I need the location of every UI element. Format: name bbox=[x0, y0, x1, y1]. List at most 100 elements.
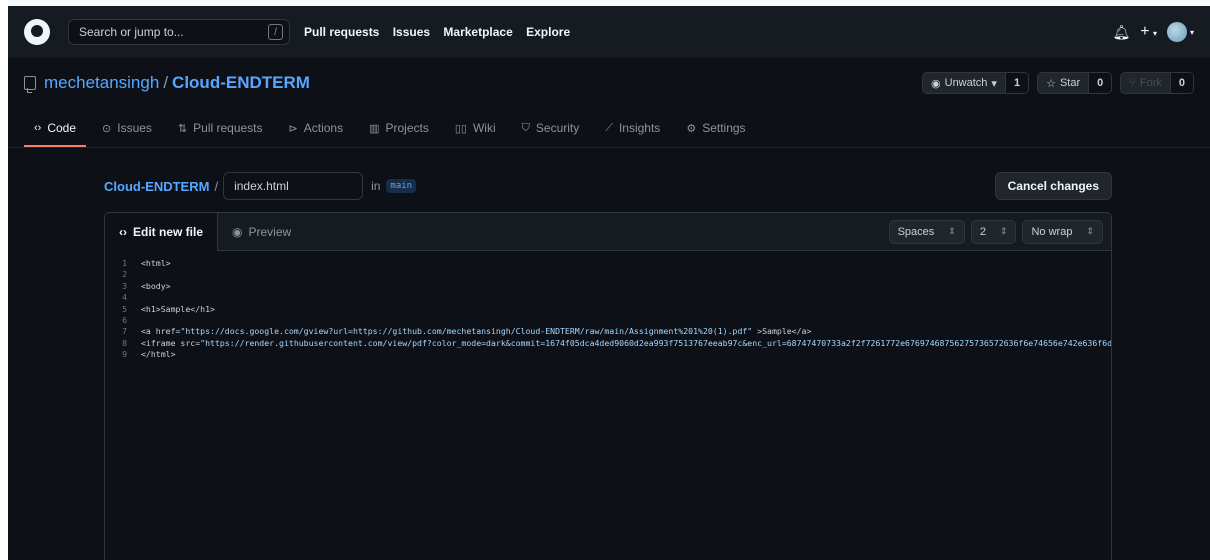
breadcrumb-repo-link[interactable]: Cloud-ENDTERM bbox=[104, 179, 209, 194]
search-input[interactable]: Search or jump to... / bbox=[68, 19, 290, 45]
bell-icon[interactable]: 🔔︎ bbox=[1113, 24, 1131, 41]
nav-issues[interactable]: Issues bbox=[393, 25, 430, 39]
tab-security[interactable]: ⛉ Security bbox=[512, 121, 590, 147]
code-string: "https://docs.google.com/gview?url=https… bbox=[180, 326, 753, 337]
star-button[interactable]: ☆ Star bbox=[1038, 73, 1090, 93]
tab-projects[interactable]: ▥ Projects bbox=[359, 121, 439, 147]
branch-badge: main bbox=[386, 179, 417, 193]
search-placeholder: Search or jump to... bbox=[79, 25, 184, 39]
global-header: Search or jump to... / Pull requests Iss… bbox=[8, 6, 1210, 58]
tab-actions[interactable]: ⊳ Actions bbox=[279, 121, 354, 147]
chevron-down-icon: ▾ bbox=[1189, 27, 1194, 37]
line-number: 6 bbox=[122, 315, 127, 326]
line-content[interactable]: <iframe src="https://render.githubuserco… bbox=[141, 337, 1111, 349]
indent-size-select[interactable]: 2 ⇕ bbox=[970, 219, 1017, 244]
fork-label: Fork bbox=[1139, 77, 1162, 89]
line-number: 1 bbox=[122, 258, 127, 268]
select-arrows-icon: ⇕ bbox=[948, 226, 956, 236]
filename-input[interactable]: index.html bbox=[223, 172, 364, 200]
nav-marketplace[interactable]: Marketplace bbox=[443, 25, 512, 39]
watch-button-group: ◉ Unwatch ▾ 1 bbox=[922, 72, 1030, 94]
indent-size-value: 2 bbox=[979, 225, 986, 238]
in-label: in bbox=[371, 179, 381, 193]
select-arrows-icon: ⇕ bbox=[1086, 226, 1094, 236]
code-line: 7 <a href="https://docs.google.com/gview?… bbox=[105, 326, 1111, 337]
preview-tab-label: Preview bbox=[248, 224, 292, 239]
user-menu[interactable]: ▾ bbox=[1166, 22, 1194, 42]
line-number: 4 bbox=[122, 292, 127, 303]
unwatch-label: Unwatch bbox=[944, 77, 988, 89]
file-editor: ‹› Edit new file ◉ Preview Spaces ⇕ 2 ⇕ No w… bbox=[104, 212, 1112, 560]
repo-separator: / bbox=[163, 73, 169, 92]
tab-wiki[interactable]: ▯▯ Wiki bbox=[445, 121, 506, 147]
line-content[interactable]: <h1>Sample</h1> bbox=[141, 304, 215, 315]
tab-insights[interactable]: ⟋ Insights bbox=[595, 121, 670, 147]
repo-name-link[interactable]: Cloud-ENDTERM bbox=[172, 73, 310, 93]
line-number: 8 bbox=[122, 337, 127, 348]
avatar bbox=[1166, 22, 1187, 42]
eye-icon: ◉ bbox=[931, 77, 941, 90]
star-count[interactable]: 0 bbox=[1089, 73, 1112, 93]
tab-label: Actions bbox=[303, 121, 344, 135]
nav-pull-requests[interactable]: Pull requests bbox=[304, 25, 379, 39]
gear-icon: ⚙ bbox=[686, 122, 697, 135]
edit-tab-label: Edit new file bbox=[133, 225, 204, 239]
eye-icon: ◉ bbox=[232, 224, 243, 239]
watch-count[interactable]: 1 bbox=[1005, 73, 1029, 93]
header-actions: 🔔︎ + ▾ ▾ bbox=[1113, 22, 1194, 42]
code-line: 1 <html> bbox=[105, 258, 1111, 269]
code-line: 3 <body> bbox=[105, 281, 1111, 292]
repo-icon bbox=[24, 76, 36, 93]
tab-label: Issues bbox=[117, 121, 152, 135]
tab-edit-new-file[interactable]: ‹› Edit new file bbox=[105, 213, 219, 251]
fork-count[interactable]: 0 bbox=[1170, 73, 1193, 93]
cancel-changes-button[interactable]: Cancel changes bbox=[994, 172, 1112, 200]
code-line: 2 bbox=[105, 269, 1111, 280]
play-icon: ⊳ bbox=[288, 122, 298, 135]
github-logo-icon[interactable] bbox=[24, 19, 50, 45]
tab-settings[interactable]: ⚙ Settings bbox=[676, 121, 755, 147]
star-label: Star bbox=[1059, 77, 1081, 89]
nav-explore[interactable]: Explore bbox=[526, 25, 570, 39]
tab-preview[interactable]: ◉ Preview bbox=[218, 213, 305, 250]
breadcrumb-separator: / bbox=[214, 178, 219, 194]
code-icon: ‹› bbox=[34, 122, 42, 134]
line-number: 9 bbox=[122, 349, 127, 360]
tab-label: Security bbox=[535, 121, 580, 135]
repo-owner-link[interactable]: mechetansingh bbox=[44, 73, 159, 93]
fork-button-group: ⑂ Fork 0 bbox=[1120, 72, 1194, 94]
pull-request-icon: ⇅ bbox=[177, 122, 188, 135]
tab-label: Projects bbox=[385, 121, 429, 135]
line-content[interactable]: <a href="https://docs.google.com/gview?u… bbox=[141, 326, 811, 337]
unwatch-button[interactable]: ◉ Unwatch ▾ bbox=[923, 73, 1006, 93]
code-token: <iframe src= bbox=[141, 337, 201, 348]
plus-icon: + bbox=[1140, 23, 1150, 40]
global-nav: Pull requests Issues Marketplace Explore bbox=[304, 25, 580, 39]
file-path-row: Cloud-ENDTERM / index.html in main Cance… bbox=[104, 172, 1112, 200]
fork-icon: ⑂ bbox=[1129, 77, 1136, 89]
issue-icon: ⊙ bbox=[102, 122, 112, 135]
tab-pull-requests[interactable]: ⇅ Pull requests bbox=[168, 121, 273, 147]
create-new-menu[interactable]: + ▾ bbox=[1140, 23, 1157, 41]
book-icon: ▯▯ bbox=[454, 122, 467, 135]
tab-issues[interactable]: ⊙ Issues bbox=[92, 121, 162, 147]
repo-tabs: ‹› Code ⊙ Issues ⇅ Pull requests ⊳ Actions ▥… bbox=[8, 108, 1210, 148]
code-line: 9 </html> bbox=[105, 349, 1111, 360]
tab-code[interactable]: ‹› Code bbox=[24, 121, 87, 147]
code-line: 8 <iframe src="https://render.githubuserc… bbox=[105, 338, 1111, 349]
line-content[interactable]: <html> bbox=[141, 258, 171, 269]
fork-button[interactable]: ⑂ Fork bbox=[1121, 73, 1171, 93]
wrap-mode-select[interactable]: No wrap ⇕ bbox=[1022, 219, 1103, 244]
line-content[interactable]: </html> bbox=[141, 349, 176, 360]
line-content[interactable]: <body> bbox=[141, 281, 171, 292]
line-number: 3 bbox=[122, 280, 127, 291]
tab-label: Code bbox=[47, 121, 77, 135]
code-token: >Sample</a> bbox=[752, 326, 812, 337]
code-line: 5 <h1>Sample</h1> bbox=[105, 304, 1111, 315]
left-edge bbox=[0, 0, 8, 560]
tab-label: Settings bbox=[702, 121, 746, 135]
code-area[interactable]: 1 <html> 2 3 <body> 4 5 <h1>Sample</h1> 6 7… bbox=[105, 251, 1111, 361]
star-icon: ☆ bbox=[1046, 77, 1056, 90]
indent-mode-select[interactable]: Spaces ⇕ bbox=[888, 219, 965, 244]
code-icon: ‹› bbox=[119, 225, 127, 239]
